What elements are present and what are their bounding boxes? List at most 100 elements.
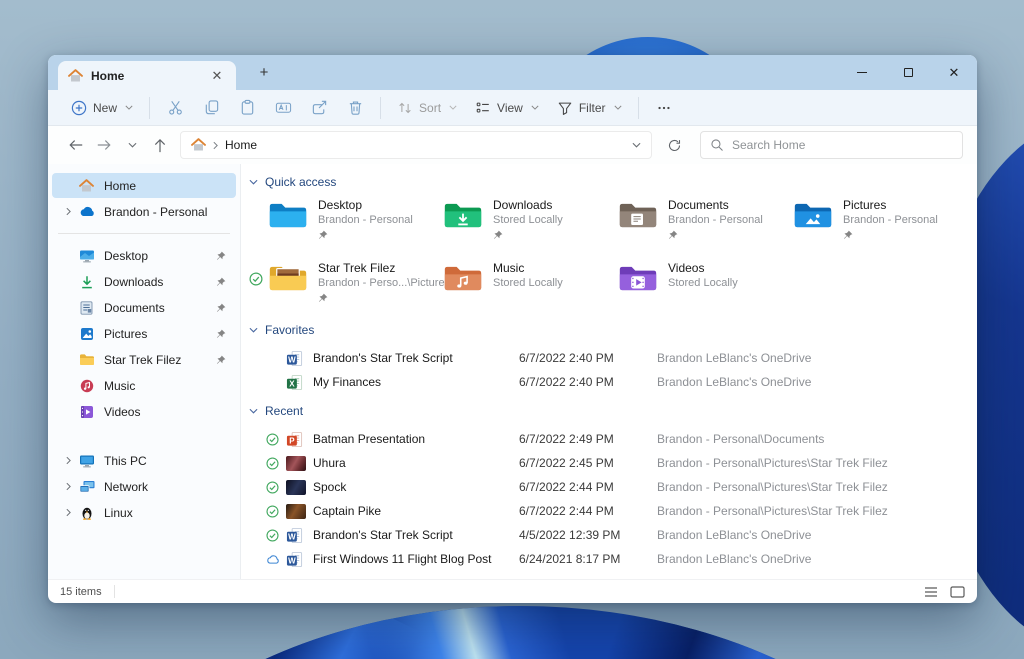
- file-name: Uhura: [313, 456, 346, 470]
- filter-button[interactable]: Filter: [548, 96, 631, 120]
- plus-circle-icon: [71, 100, 87, 115]
- recent-locations-button[interactable]: [118, 137, 146, 153]
- sidebar-item-videos[interactable]: Videos: [52, 399, 236, 424]
- breadcrumb[interactable]: Home: [180, 131, 652, 159]
- favorites-list: W Brandon's Star Trek Script 6/7/2022 2:…: [266, 346, 977, 394]
- chevron-down-icon: [614, 105, 622, 110]
- pin-icon: [318, 293, 450, 303]
- file-date: 6/7/2022 2:44 PM: [519, 504, 614, 518]
- file-date: 4/5/2022 12:39 PM: [519, 528, 621, 542]
- file-location: Brandon - Personal\Pictures\Star Trek Fi…: [657, 504, 888, 518]
- back-button[interactable]: [62, 133, 90, 157]
- sidebar-item-downloads[interactable]: Downloads: [52, 269, 236, 294]
- folder-desktop-icon: [268, 199, 308, 232]
- tile-name: Downloads: [493, 198, 553, 212]
- view-button[interactable]: View: [466, 96, 548, 120]
- see-more-button[interactable]: [646, 96, 682, 120]
- forward-button[interactable]: [90, 133, 118, 157]
- file-name: First Windows 11 Flight Blog Post: [313, 552, 492, 566]
- new-tab-button[interactable]: +: [252, 64, 276, 81]
- synced-status-icon: [266, 529, 286, 542]
- sidebar-item-onedrive[interactable]: Brandon - Personal: [52, 199, 236, 224]
- up-button[interactable]: [146, 133, 174, 158]
- sidebar-item-desktop[interactable]: Desktop: [52, 243, 236, 268]
- breadcrumb-segment[interactable]: Home: [225, 138, 257, 152]
- file-row-captain-pike[interactable]: Captain Pike 6/7/2022 2:44 PM Brandon - …: [266, 499, 977, 523]
- synced-status-icon: [266, 457, 286, 470]
- sidebar-item-linux[interactable]: Linux: [52, 500, 236, 525]
- details-view-icon[interactable]: [924, 586, 938, 598]
- tile-pictures[interactable]: Pictures Brandon - Personal: [793, 198, 968, 248]
- minimize-button[interactable]: [839, 55, 885, 90]
- search-box[interactable]: [700, 131, 963, 159]
- sidebar-item-network[interactable]: Network: [52, 474, 236, 499]
- rename-button[interactable]: [265, 95, 301, 120]
- file-row-my-finances[interactable]: X My Finances 6/7/2022 2:40 PM Brandon L…: [266, 370, 977, 394]
- home-icon: [191, 138, 206, 152]
- tile-sublabel: Stored Locally: [493, 277, 563, 289]
- tab-close-icon[interactable]: ✕: [208, 68, 226, 84]
- tile-star-trek-filez[interactable]: Star Trek Filez Brandon - Perso...\Pictu…: [268, 261, 450, 311]
- section-header-quick-access[interactable]: Quick access: [249, 175, 977, 189]
- word-file-icon: W: [286, 350, 313, 367]
- file-date: 6/7/2022 2:45 PM: [519, 456, 614, 470]
- sidebar-item-star-trek-filez[interactable]: Star Trek Filez: [52, 347, 236, 372]
- tile-desktop[interactable]: Desktop Brandon - Personal: [268, 198, 443, 248]
- tile-name: Pictures: [843, 198, 887, 212]
- sidebar-item-label: Desktop: [104, 248, 149, 263]
- sidebar-item-label: Network: [104, 479, 149, 494]
- delete-button[interactable]: [337, 95, 373, 120]
- sidebar-item-documents[interactable]: Documents: [52, 295, 236, 320]
- section-header-recent[interactable]: Recent: [249, 404, 977, 418]
- file-row-batman-presentation[interactable]: P Batman Presentation 6/7/2022 2:49 PM B…: [266, 427, 977, 451]
- share-button[interactable]: [301, 95, 337, 120]
- file-row-first-windows-11-flight-blog-post[interactable]: W First Windows 11 Flight Blog Post 6/24…: [266, 547, 977, 571]
- file-row-spock[interactable]: Spock 6/7/2022 2:44 PM Brandon - Persona…: [266, 475, 977, 499]
- expand-chevron-icon[interactable]: [58, 456, 78, 465]
- tile-downloads[interactable]: Downloads Stored Locally: [443, 198, 618, 248]
- excel-file-icon: X: [286, 374, 313, 391]
- maximize-button[interactable]: [885, 55, 931, 90]
- sidebar-item-music[interactable]: Music: [52, 373, 236, 398]
- copy-button[interactable]: [193, 95, 229, 120]
- search-input[interactable]: [732, 138, 953, 152]
- tile-documents[interactable]: Documents Brandon - Personal: [618, 198, 793, 248]
- pin-icon: [843, 230, 938, 240]
- file-row-brandons-star-trek-script-recent[interactable]: W Brandon's Star Trek Script 4/5/2022 12…: [266, 523, 977, 547]
- sidebar-item-home[interactable]: Home: [52, 173, 236, 198]
- sidebar-item-pictures[interactable]: Pictures: [52, 321, 236, 346]
- address-dropdown-icon[interactable]: [632, 142, 641, 148]
- sidebar-item-this-pc[interactable]: This PC: [52, 448, 236, 473]
- file-row-uhura[interactable]: Uhura 6/7/2022 2:45 PM Brandon - Persona…: [266, 451, 977, 475]
- close-button[interactable]: ✕: [931, 55, 977, 90]
- file-row-brandons-star-trek-script[interactable]: W Brandon's Star Trek Script 6/7/2022 2:…: [266, 346, 977, 370]
- expand-chevron-icon[interactable]: [58, 508, 78, 517]
- clipboard-icon: [241, 99, 253, 115]
- refresh-button[interactable]: [660, 133, 688, 158]
- large-thumbnails-view-icon[interactable]: [950, 585, 965, 598]
- tile-name: Music: [493, 261, 525, 275]
- sidebar-item-label: Downloads: [104, 274, 164, 289]
- folder-icon: [78, 353, 95, 366]
- music-note-icon: [78, 379, 95, 393]
- expand-chevron-icon[interactable]: [58, 482, 78, 491]
- file-location: Brandon LeBlanc's OneDrive: [657, 528, 812, 542]
- wallpaper-bloom-bottom: [58, 606, 983, 659]
- toolbar-divider: [149, 96, 151, 119]
- file-name: My Finances: [313, 375, 382, 389]
- tile-music[interactable]: Music Stored Locally: [443, 261, 618, 311]
- expand-chevron-icon[interactable]: [58, 207, 78, 216]
- file-date: 6/24/2021 8:17 PM: [519, 552, 621, 566]
- section-header-favorites[interactable]: Favorites: [249, 323, 977, 337]
- paste-button[interactable]: [229, 95, 265, 120]
- new-button[interactable]: New: [62, 96, 142, 120]
- sort-button-label: Sort: [419, 100, 442, 115]
- pin-icon: [216, 277, 226, 287]
- cut-button[interactable]: [157, 95, 193, 120]
- sort-button[interactable]: Sort: [388, 96, 466, 120]
- file-location: Brandon LeBlanc's OneDrive: [657, 375, 812, 389]
- tile-videos[interactable]: Videos Stored Locally: [618, 261, 793, 311]
- quick-access-grid: Desktop Brandon - Personal Downloads Sto…: [268, 198, 977, 311]
- tab-home[interactable]: Home ✕: [58, 61, 236, 90]
- sidebar-item-label: Home: [104, 178, 137, 193]
